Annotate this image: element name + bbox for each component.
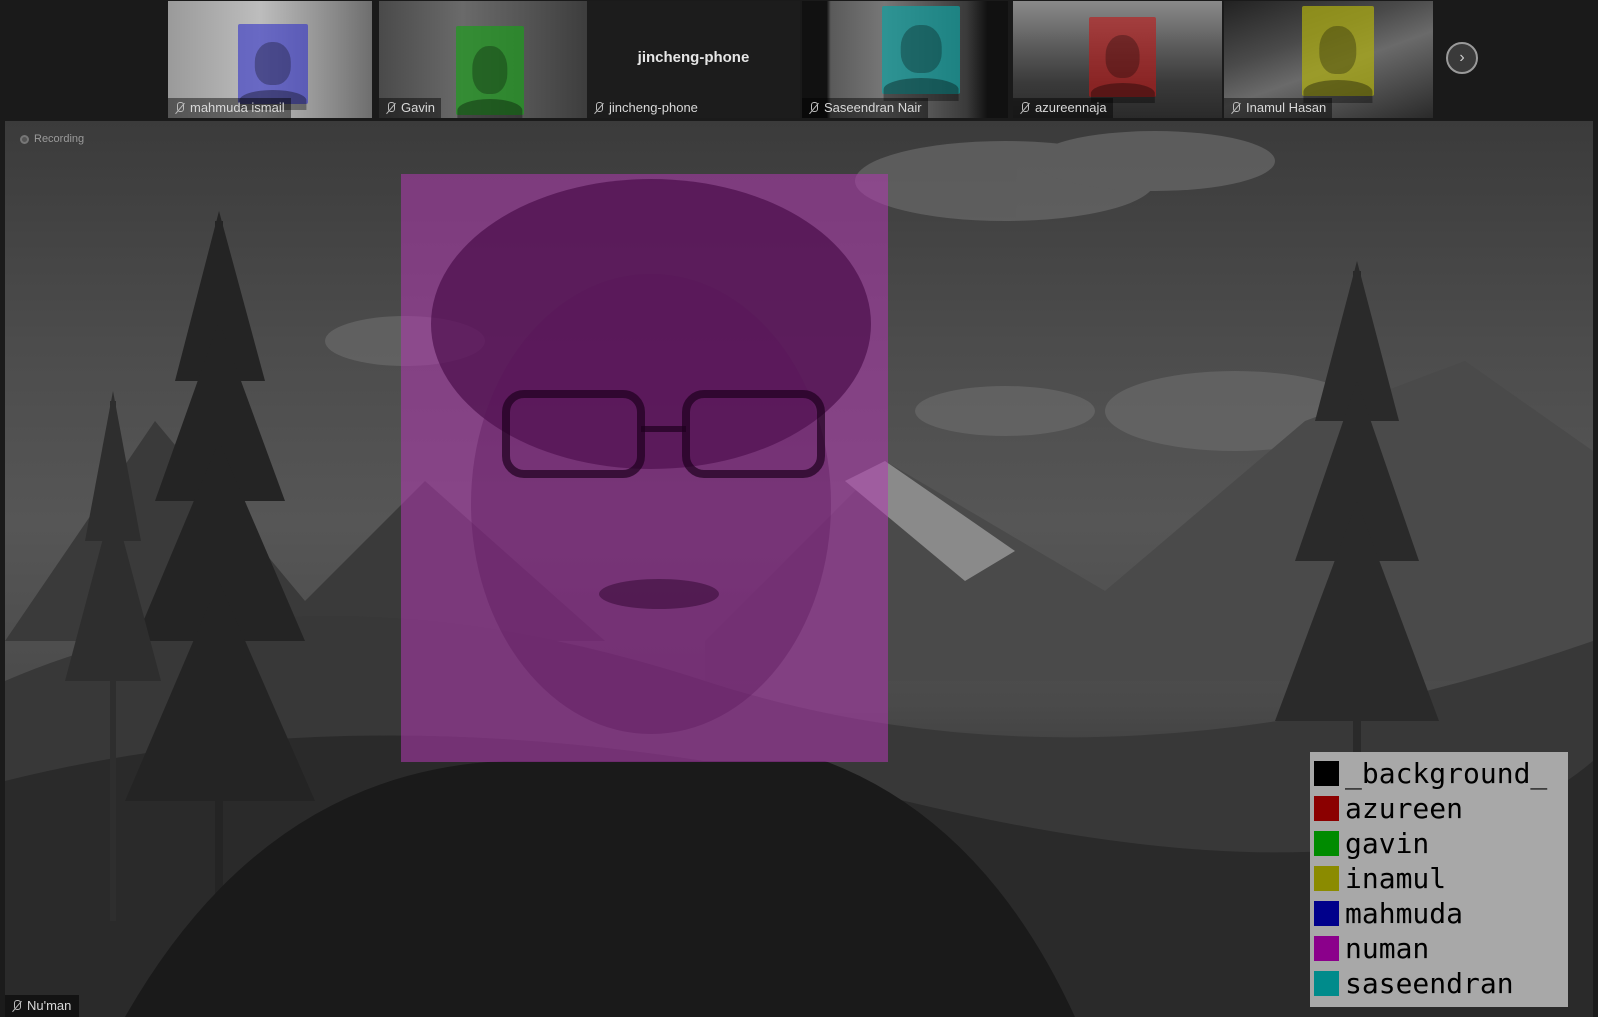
next-page-button[interactable]: › xyxy=(1446,42,1478,74)
participant-shoulders xyxy=(457,98,523,118)
segmentation-legend: _background_ azureen gavin inamul mahmud… xyxy=(1310,752,1568,1007)
legend-swatch xyxy=(1314,936,1339,961)
legend-swatch xyxy=(1314,866,1339,891)
legend-swatch xyxy=(1314,761,1339,786)
legend-item: saseendran xyxy=(1310,966,1568,1001)
chevron-right-icon: › xyxy=(1459,49,1465,66)
speaker-name: Nu'man xyxy=(27,998,72,1013)
participant-name: jincheng-phone xyxy=(609,100,698,115)
mic-muted-icon xyxy=(11,999,22,1013)
participant-name-label: Saseendran Nair xyxy=(802,98,928,118)
participant-name: azureennaja xyxy=(1035,100,1107,115)
mic-muted-icon xyxy=(1230,101,1241,115)
participant-face-highlight xyxy=(238,24,308,111)
legend-item: _background_ xyxy=(1310,756,1568,791)
legend-label: mahmuda xyxy=(1345,897,1464,930)
recording-indicator: Recording xyxy=(20,133,84,145)
participant-name: Gavin xyxy=(401,100,435,115)
speaker-name-label: Nu'man xyxy=(5,995,80,1017)
legend-swatch xyxy=(1314,831,1339,856)
participant-name-label: mahmuda ismail xyxy=(168,98,291,118)
participant-tile-gavin[interactable]: Gavin xyxy=(379,1,587,118)
participant-face-highlight xyxy=(1089,17,1156,104)
legend-item: mahmuda xyxy=(1310,896,1568,931)
participant-tile-inamul[interactable]: Inamul Hasan xyxy=(1224,1,1433,118)
mic-muted-icon xyxy=(1019,101,1030,115)
legend-swatch xyxy=(1314,796,1339,821)
participant-center-name: jincheng-phone xyxy=(637,49,750,66)
legend-label: azureen xyxy=(1345,792,1464,825)
participant-strip: mahmuda ismail Gavin jincheng-phone jinc… xyxy=(0,0,1598,120)
participant-name-label: Gavin xyxy=(379,98,441,118)
participant-tile-saseendran[interactable]: Saseendran Nair xyxy=(802,1,1008,118)
participant-name: Inamul Hasan xyxy=(1246,100,1327,115)
legend-item: numan xyxy=(1310,931,1568,966)
mic-muted-icon xyxy=(593,101,604,115)
mic-muted-icon xyxy=(174,101,185,115)
participant-tile-jincheng[interactable]: jincheng-phone jincheng-phone xyxy=(587,1,800,118)
participant-tile-azureen[interactable]: azureennaja xyxy=(1013,1,1222,118)
participant-head xyxy=(472,45,508,94)
participant-name-label: jincheng-phone xyxy=(587,98,704,118)
participant-name: mahmuda ismail xyxy=(190,100,285,115)
participant-name-label: azureennaja xyxy=(1013,98,1113,118)
mic-muted-icon xyxy=(385,101,396,115)
speaker-face xyxy=(431,179,871,734)
participant-name-label: Inamul Hasan xyxy=(1224,98,1333,118)
participant-head xyxy=(254,41,292,85)
participant-face-highlight xyxy=(456,26,524,118)
legend-label: saseendran xyxy=(1345,967,1514,1000)
legend-label: _background_ xyxy=(1345,757,1548,790)
participant-head xyxy=(1105,34,1140,78)
participant-face-highlight xyxy=(882,6,960,102)
mic-muted-icon xyxy=(808,101,819,115)
legend-label: numan xyxy=(1345,932,1430,965)
participant-head xyxy=(900,25,942,73)
legend-item: gavin xyxy=(1310,826,1568,861)
participant-face-highlight xyxy=(1302,6,1374,104)
legend-label: inamul xyxy=(1345,862,1447,895)
legend-item: azureen xyxy=(1310,791,1568,826)
participant-name: Saseendran Nair xyxy=(824,100,922,115)
legend-swatch xyxy=(1314,901,1339,926)
legend-item: inamul xyxy=(1310,861,1568,896)
recording-label: Recording xyxy=(34,133,85,145)
record-icon xyxy=(20,134,29,144)
speaker-face-highlight xyxy=(401,174,888,762)
participant-head xyxy=(1319,25,1357,75)
legend-label: gavin xyxy=(1345,827,1430,860)
legend-swatch xyxy=(1314,971,1339,996)
participant-tile-mahmuda[interactable]: mahmuda ismail xyxy=(168,1,372,118)
